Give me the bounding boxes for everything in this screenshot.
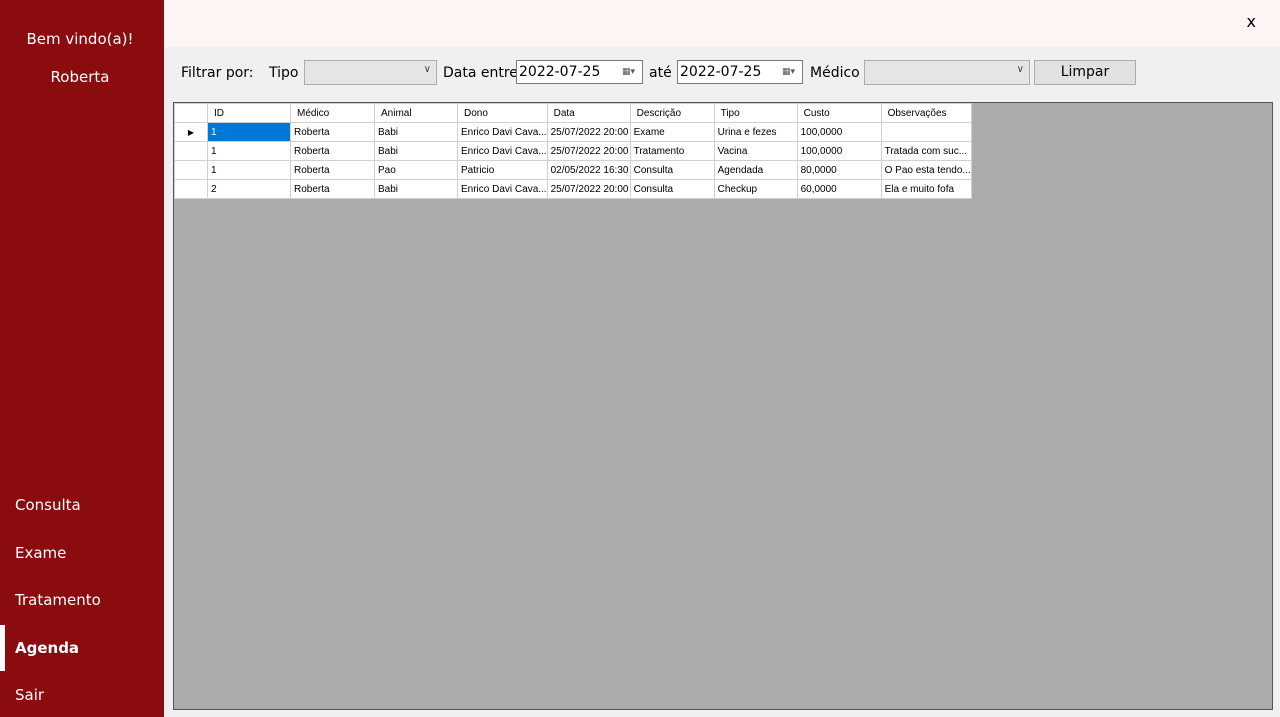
column-header-data[interactable]: Data	[546, 103, 631, 123]
column-header-medico[interactable]: Médico	[290, 103, 375, 123]
table-cell[interactable]: Roberta	[290, 160, 375, 180]
table-cell[interactable]: Babi	[374, 122, 458, 142]
table-row[interactable]: 2 Roberta Babi Enrico Davi Cava... 25/07…	[174, 179, 972, 199]
title-bar: x	[164, 0, 1280, 47]
table-cell[interactable]: 80,0000	[796, 160, 882, 180]
table-cell[interactable]: 1	[207, 141, 291, 161]
table-cell[interactable]: 25/07/2022 20:00	[546, 122, 631, 142]
date-from-value: 2022-07-25	[519, 64, 601, 80]
table-cell[interactable]: 25/07/2022 20:00	[546, 141, 631, 161]
table-cell[interactable]: Checkup	[713, 179, 798, 199]
table-cell[interactable]: Roberta	[290, 179, 375, 199]
table-cell[interactable]: 100,0000	[796, 122, 882, 142]
column-header-dono[interactable]: Dono	[457, 103, 548, 123]
row-header-corner[interactable]	[174, 103, 208, 123]
medico-label: Médico	[810, 65, 860, 81]
table-cell[interactable]: Babi	[374, 141, 458, 161]
sidebar: Bem vindo(a)! Roberta Consulta Exame Tra…	[0, 0, 164, 717]
table-cell[interactable]: Agendada	[713, 160, 798, 180]
date-to-value: 2022-07-25	[680, 64, 762, 80]
table-cell[interactable]: Exame	[629, 122, 715, 142]
table-cell[interactable]: 1	[207, 160, 291, 180]
table-cell[interactable]: Roberta	[290, 141, 375, 161]
until-label: até	[649, 65, 672, 81]
table-cell[interactable]: 1	[207, 122, 291, 142]
table-cell[interactable]: Tratada com suc...	[880, 141, 972, 161]
date-between-label: Data entre	[443, 65, 518, 81]
nav-tratamento[interactable]: Tratamento	[0, 577, 164, 623]
table-row[interactable]: ▶ 1 Roberta Babi Enrico Davi Cava... 25/…	[174, 122, 972, 142]
column-header-descricao[interactable]: Descrição	[629, 103, 715, 123]
medico-combobox[interactable]: ∨	[864, 60, 1030, 85]
tipo-label: Tipo	[269, 65, 299, 81]
tipo-combobox[interactable]: ∨	[304, 60, 437, 85]
user-name: Roberta	[50, 68, 110, 86]
table-cell[interactable]: 60,0000	[796, 179, 882, 199]
table-cell[interactable]: Ela e muito fofa	[880, 179, 972, 199]
data-grid[interactable]: ID Médico Animal Dono Data Descrição Tip…	[173, 102, 1273, 710]
table-cell[interactable]: Babi	[374, 179, 458, 199]
row-header[interactable]	[174, 179, 208, 199]
chevron-down-icon: ∨	[423, 64, 431, 75]
table-cell[interactable]	[880, 122, 972, 142]
date-from-picker[interactable]: 2022-07-25 ▦▾	[516, 60, 643, 84]
table-cell[interactable]: Urina e fezes	[713, 122, 798, 142]
table-row[interactable]: 1 Roberta Pao Patricio 02/05/2022 16:30 …	[174, 160, 972, 180]
chevron-down-icon: ∨	[1016, 64, 1024, 75]
table-cell[interactable]: Pao	[374, 160, 458, 180]
table-cell[interactable]: 2	[207, 179, 291, 199]
table-cell[interactable]: Vacina	[713, 141, 798, 161]
table-cell[interactable]: Enrico Davi Cava...	[457, 179, 548, 199]
close-button[interactable]: x	[1247, 12, 1256, 31]
table-header-row: ID Médico Animal Dono Data Descrição Tip…	[174, 103, 972, 123]
filter-bar: Filtrar por: Tipo ∨ Data entre 2022-07-2…	[164, 47, 1280, 101]
table-cell[interactable]: 100,0000	[796, 141, 882, 161]
nav-sair[interactable]: Sair	[0, 672, 164, 717]
column-header-tipo[interactable]: Tipo	[713, 103, 798, 123]
row-header[interactable]	[174, 141, 208, 161]
table-cell[interactable]: O Pao esta tendo...	[880, 160, 972, 180]
table-row[interactable]: 1 Roberta Babi Enrico Davi Cava... 25/07…	[174, 141, 972, 161]
calendar-icon[interactable]: ▦▾	[622, 66, 638, 78]
table-cell[interactable]: 02/05/2022 16:30	[546, 160, 631, 180]
table-cell[interactable]: Enrico Davi Cava...	[457, 122, 548, 142]
column-header-id[interactable]: ID	[207, 103, 291, 123]
clear-button[interactable]: Limpar	[1034, 60, 1136, 85]
nav-exame[interactable]: Exame	[0, 530, 164, 576]
welcome-text: Bem vindo(a)!	[26, 30, 134, 48]
column-header-custo[interactable]: Custo	[796, 103, 882, 123]
table-cell[interactable]: Enrico Davi Cava...	[457, 141, 548, 161]
table-cell[interactable]: Roberta	[290, 122, 375, 142]
table-cell[interactable]: Consulta	[629, 160, 715, 180]
table-cell[interactable]: 25/07/2022 20:00	[546, 179, 631, 199]
column-header-observacoes[interactable]: Observações	[880, 103, 972, 123]
calendar-icon[interactable]: ▦▾	[782, 66, 798, 78]
column-header-animal[interactable]: Animal	[374, 103, 458, 123]
date-to-picker[interactable]: 2022-07-25 ▦▾	[677, 60, 803, 84]
agenda-table: ID Médico Animal Dono Data Descrição Tip…	[174, 103, 972, 199]
row-header[interactable]	[174, 160, 208, 180]
table-cell[interactable]: Consulta	[629, 179, 715, 199]
current-row-indicator-icon[interactable]: ▶	[174, 122, 208, 142]
table-cell[interactable]: Tratamento	[629, 141, 715, 161]
table-cell[interactable]: Patricio	[457, 160, 548, 180]
nav-agenda[interactable]: Agenda	[0, 625, 164, 671]
filter-label: Filtrar por:	[181, 65, 254, 81]
nav-consulta[interactable]: Consulta	[0, 482, 164, 528]
